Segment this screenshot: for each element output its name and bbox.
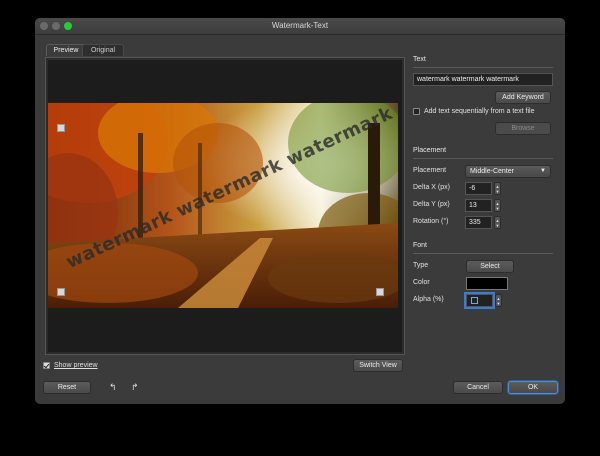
add-keyword-button[interactable]: Add Keyword [495,91,551,104]
font-color-well[interactable] [466,277,508,290]
sequential-text-label: Add text sequentially from a text file [424,108,535,115]
delta-x-input[interactable]: -6 [465,182,492,195]
delta-y-label: Delta Y (px) [413,201,450,208]
placement-value: Middle-Center [470,168,514,175]
text-section-title: Text [413,56,426,63]
divider [413,253,553,254]
font-color-label: Color [413,279,430,286]
stepper-down-icon[interactable]: ▼ [495,206,500,211]
show-preview-label[interactable]: Show preview [54,362,98,369]
font-type-label: Type [413,262,429,269]
undo-arrow-icon[interactable]: ↰ [109,382,117,392]
chevron-down-icon: ▼ [540,168,546,174]
watermark-text-input[interactable]: watermark watermark watermark [413,73,553,86]
placement-section-title: Placement [413,147,447,154]
delta-x-stepper[interactable]: ▲ ▼ [494,182,501,195]
rotation-input[interactable]: 335 [465,216,492,229]
ok-button[interactable]: OK [508,381,558,394]
reset-button[interactable]: Reset [43,381,91,394]
sequential-text-checkbox[interactable] [413,108,420,115]
rotation-label: Rotation (°) [413,218,449,225]
browse-button[interactable]: Browse [495,122,551,135]
placement-select[interactable]: Middle-Center ▼ [465,165,551,178]
show-preview-checkbox[interactable] [43,362,50,369]
tab-preview[interactable]: Preview [46,44,86,56]
font-section-title: Font [413,242,428,249]
title-bar[interactable]: Watermark-Text [35,18,565,35]
switch-view-button[interactable]: Switch View [353,359,403,372]
alpha-stepper[interactable]: ▲ ▼ [495,294,502,307]
delta-x-label: Delta X (px) [413,184,450,191]
select-font-button[interactable]: Select [466,260,514,273]
delta-y-input[interactable]: 13 [465,199,492,212]
divider [413,67,553,68]
stepper-down-icon[interactable]: ▼ [496,301,501,306]
rotation-stepper[interactable]: ▲ ▼ [494,216,501,229]
resize-handle-top-left[interactable] [57,124,65,132]
placement-label: Placement [413,167,447,174]
resize-handle-bottom-right[interactable] [376,288,384,296]
redo-arrow-icon[interactable]: ↱ [131,382,139,392]
window-title: Watermark-Text [271,21,329,30]
resize-handle-bottom-left[interactable] [57,288,65,296]
alpha-label: Alpha (%) [413,296,444,303]
delta-y-stepper[interactable]: ▲ ▼ [494,199,501,212]
stepper-down-icon[interactable]: ▼ [495,223,500,228]
text-cursor-icon [471,297,478,304]
watermark-dialog: Watermark-Text Preview Original watermar… [35,18,565,404]
alpha-input[interactable] [466,294,493,307]
stepper-down-icon[interactable]: ▼ [495,189,500,194]
tab-original[interactable]: Original [82,44,124,56]
cancel-button[interactable]: Cancel [453,381,503,394]
divider [413,158,553,159]
